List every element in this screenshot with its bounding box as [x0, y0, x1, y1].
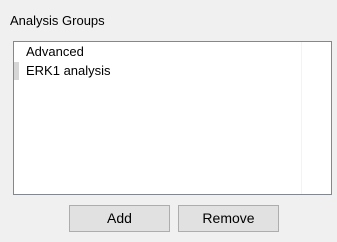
- list-items-container: Advanced ERK1 analysis: [14, 42, 304, 80]
- remove-button[interactable]: Remove: [178, 205, 279, 232]
- analysis-groups-list[interactable]: Advanced ERK1 analysis: [13, 41, 332, 195]
- analysis-groups-panel: Analysis Groups Advanced ERK1 analysis A…: [0, 0, 337, 242]
- list-vertical-scrollbar[interactable]: [301, 42, 331, 194]
- list-item-erk1-analysis[interactable]: ERK1 analysis: [14, 61, 304, 80]
- add-button[interactable]: Add: [69, 205, 170, 232]
- analysis-groups-title: Analysis Groups: [10, 13, 105, 28]
- list-item-advanced[interactable]: Advanced: [14, 42, 304, 61]
